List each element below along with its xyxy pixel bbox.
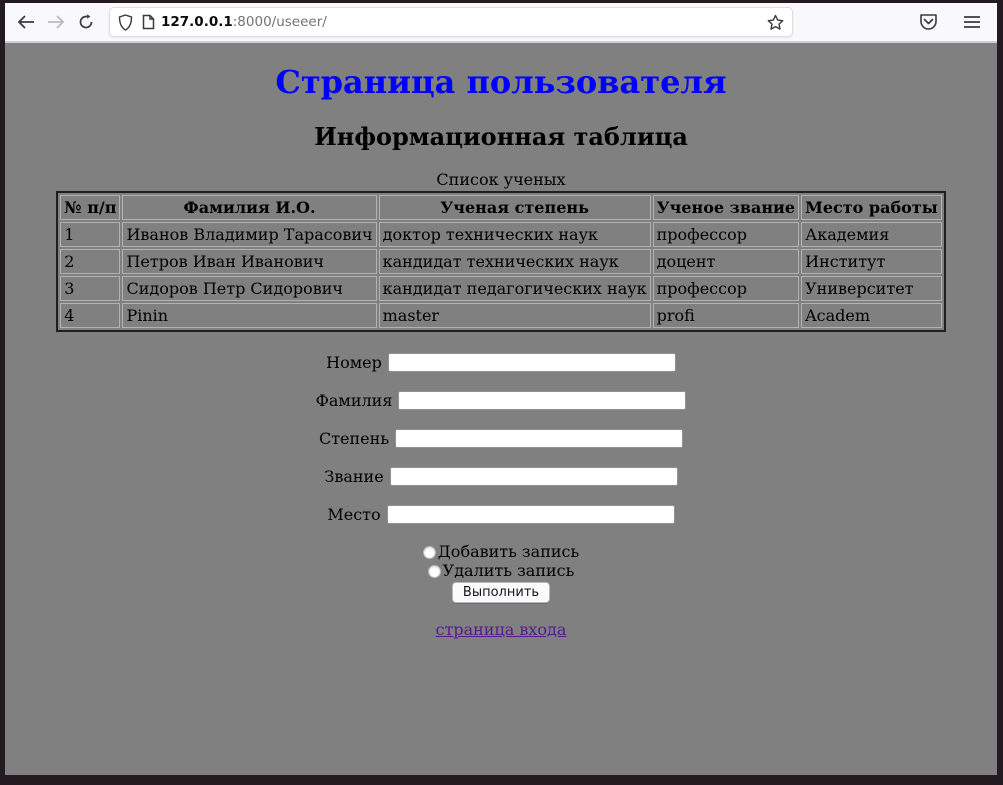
table-caption: Список ученых <box>5 170 997 189</box>
scientists-table: № п/п Фамилия И.О. Ученая степень Ученое… <box>56 191 946 332</box>
forward-button[interactable] <box>41 7 71 37</box>
radio-row-delete: Удалить запись <box>5 561 997 580</box>
table-row: 1 Иванов Владимир Тарасович доктор техни… <box>60 222 942 247</box>
url-bar[interactable]: 127.0.0.1:8000/useeer/ <box>109 7 793 37</box>
rank-label: Звание <box>324 467 383 486</box>
surname-label: Фамилия <box>316 391 393 410</box>
browser-window: 127.0.0.1:8000/useeer/ Страница пользова… <box>5 3 997 775</box>
number-input[interactable] <box>388 353 676 372</box>
workplace-label: Место <box>327 505 380 524</box>
surname-input[interactable] <box>398 391 686 410</box>
execute-button[interactable]: Выполнить <box>452 582 550 603</box>
table-row: 4 Pinin master profi Academ <box>60 303 942 328</box>
degree-label: Степень <box>319 429 389 448</box>
radio-row-add: Добавить запись <box>5 542 997 561</box>
shield-icon[interactable] <box>118 14 133 31</box>
cell-workplace: Институт <box>801 249 942 274</box>
cell-degree: кандидат педагогических наук <box>379 276 651 301</box>
record-form: Номер Фамилия Степень Звание Место Добав… <box>5 352 997 603</box>
form-row-degree: Степень <box>5 428 997 449</box>
cell-rank: профессор <box>653 276 799 301</box>
header-cell-degree: Ученая степень <box>379 195 651 220</box>
bookmark-star-icon[interactable] <box>767 14 784 31</box>
delete-record-radio[interactable] <box>428 565 441 578</box>
hamburger-menu-icon <box>963 15 981 29</box>
add-record-radio[interactable] <box>423 546 436 559</box>
cell-workplace: Университет <box>801 276 942 301</box>
delete-record-label: Удалить запись <box>443 561 575 580</box>
pocket-icon <box>919 13 938 31</box>
add-record-label: Добавить запись <box>438 542 579 561</box>
header-cell-workplace: Место работы <box>801 195 942 220</box>
cell-degree: master <box>379 303 651 328</box>
cell-name: Pinin <box>122 303 376 328</box>
cell-rank: profi <box>653 303 799 328</box>
cell-number: 1 <box>60 222 120 247</box>
table-row: 2 Петров Иван Иванович кандидат техничес… <box>60 249 942 274</box>
page-subtitle: Информационная таблица <box>5 123 997 152</box>
cell-rank: доцент <box>653 249 799 274</box>
table-header-row: № п/п Фамилия И.О. Ученая степень Ученое… <box>60 195 942 220</box>
reload-icon <box>78 14 94 30</box>
form-row-surname: Фамилия <box>5 390 997 411</box>
workplace-input[interactable] <box>387 505 675 524</box>
degree-input[interactable] <box>395 429 683 448</box>
cell-rank: профессор <box>653 222 799 247</box>
cell-name: Петров Иван Иванович <box>122 249 376 274</box>
web-page: Страница пользователя Информационная таб… <box>5 43 997 773</box>
reload-button[interactable] <box>71 7 101 37</box>
cell-name: Сидоров Петр Сидорович <box>122 276 376 301</box>
form-row-rank: Звание <box>5 466 997 487</box>
form-row-workplace: Место <box>5 504 997 525</box>
cell-degree: доктор технических наук <box>379 222 651 247</box>
cell-workplace: Академия <box>801 222 942 247</box>
form-row-number: Номер <box>5 352 997 373</box>
url-host: 127.0.0.1 <box>161 14 233 30</box>
url-text[interactable]: 127.0.0.1:8000/useeer/ <box>161 14 767 30</box>
button-row: Выполнить <box>5 581 997 603</box>
login-page-link[interactable]: страница входа <box>436 620 567 639</box>
rank-input[interactable] <box>390 467 678 486</box>
page-icon[interactable] <box>142 14 155 30</box>
header-cell-number: № п/п <box>60 195 120 220</box>
header-cell-name: Фамилия И.О. <box>122 195 376 220</box>
forward-arrow-icon <box>47 15 65 29</box>
table-row: 3 Сидоров Петр Сидорович кандидат педаго… <box>60 276 942 301</box>
toolbar-right-icons <box>913 7 987 37</box>
header-cell-rank: Ученое звание <box>653 195 799 220</box>
browser-toolbar: 127.0.0.1:8000/useeer/ <box>5 3 997 43</box>
back-button[interactable] <box>11 7 41 37</box>
cell-number: 3 <box>60 276 120 301</box>
desktop: { "browser": { "url_host": "127.0.0.1", … <box>0 0 1003 785</box>
cell-workplace: Academ <box>801 303 942 328</box>
back-arrow-icon <box>17 15 35 29</box>
page-title: Страница пользователя <box>5 64 997 101</box>
number-label: Номер <box>326 353 382 372</box>
url-path: :8000/useeer/ <box>233 14 327 30</box>
menu-button[interactable] <box>957 7 987 37</box>
cell-number: 4 <box>60 303 120 328</box>
pocket-button[interactable] <box>913 7 943 37</box>
cell-number: 2 <box>60 249 120 274</box>
login-link-row: страница входа <box>5 620 997 639</box>
cell-name: Иванов Владимир Тарасович <box>122 222 376 247</box>
cell-degree: кандидат технических наук <box>379 249 651 274</box>
